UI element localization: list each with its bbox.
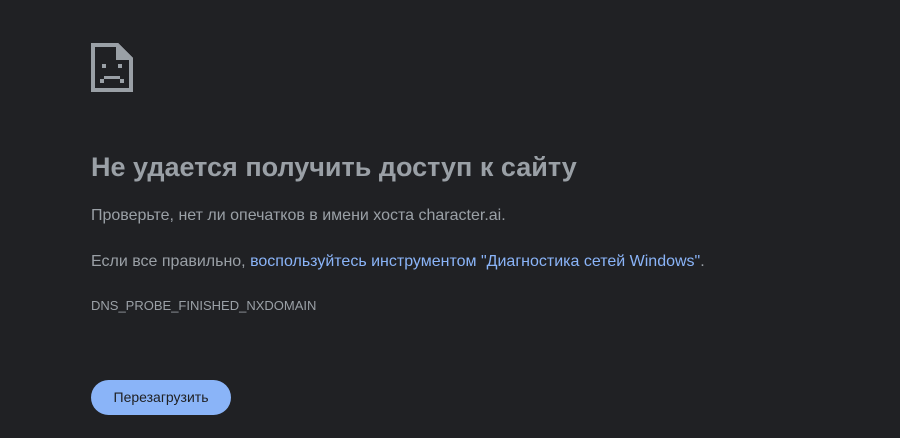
reload-button[interactable]: Перезагрузить — [91, 380, 231, 415]
page-title: Не удается получить доступ к сайту — [91, 152, 577, 182]
windows-network-diagnostics-link[interactable]: воспользуйтесь инструментом "Диагностика… — [250, 253, 700, 270]
suggestion-prefix-text: Если все правильно, — [91, 253, 251, 270]
sad-page-icon — [91, 43, 133, 92]
suggestion-suffix-text: . — [700, 253, 705, 270]
error-code: DNS_PROBE_FINISHED_NXDOMAIN — [91, 298, 317, 313]
diagnostics-suggestion: Если все правильно, воспользуйтесь инстр… — [91, 252, 705, 272]
hostname-hint-text: Проверьте, нет ли опечатков в имени хост… — [91, 207, 506, 224]
